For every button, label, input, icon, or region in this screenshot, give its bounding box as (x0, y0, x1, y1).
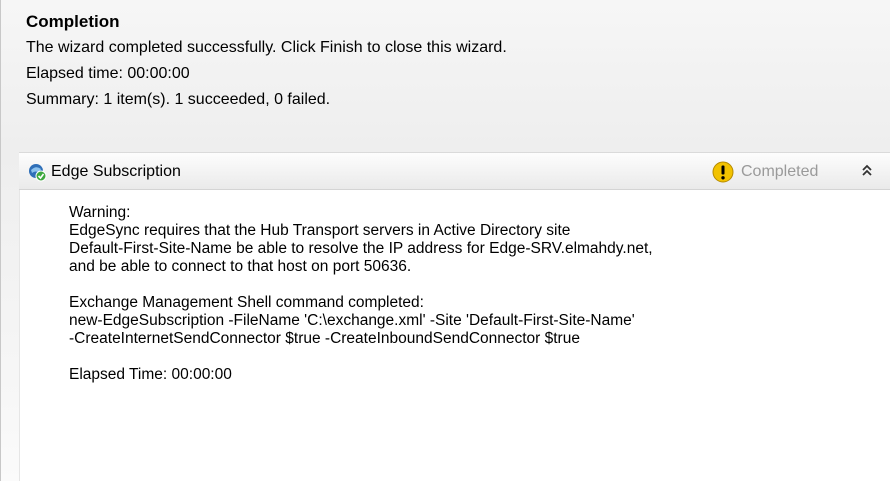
completion-message: The wizard completed successfully. Click… (26, 39, 507, 56)
warning-icon (712, 161, 734, 183)
elapsed-time: Elapsed time: 00:00:00 (26, 65, 190, 82)
warning-line: EdgeSync requires that the Hub Transport… (69, 222, 571, 239)
task-panel-edge-subscription: Edge Subscription Completed Warning: Edg… (19, 152, 890, 481)
task-details: Warning: EdgeSync requires that the Hub … (19, 190, 890, 481)
status-label: Completed (741, 163, 819, 180)
warning-line: Default-First-Site-Name be able to resol… (69, 240, 653, 257)
task-header[interactable]: Edge Subscription Completed (19, 152, 890, 190)
summary: Summary: 1 item(s). 1 succeeded, 0 faile… (26, 91, 331, 108)
warning-line: and be able to connect to that host on p… (69, 258, 412, 275)
edge-subscription-icon (27, 162, 47, 182)
task-elapsed-time: Elapsed Time: 00:00:00 (69, 366, 890, 384)
command-line: Exchange Management Shell command comple… (69, 294, 424, 311)
page-title: Completion (26, 12, 120, 31)
command-line: new-EdgeSubscription -FileName 'C:\excha… (69, 312, 635, 329)
double-chevron-up-icon[interactable] (860, 164, 874, 178)
command-output: Exchange Management Shell command comple… (69, 294, 890, 348)
elapsed-line: Elapsed Time: 00:00:00 (69, 366, 232, 383)
completion-page: Completion The wizard completed successf… (0, 0, 890, 481)
completion-header: Completion The wizard completed successf… (1, 0, 890, 109)
warning-message: Warning: EdgeSync requires that the Hub … (69, 204, 890, 276)
task-title: Edge Subscription (51, 163, 181, 180)
warning-line: Warning: (69, 204, 131, 221)
command-line: -CreateInternetSendConnector $true -Crea… (69, 330, 580, 347)
